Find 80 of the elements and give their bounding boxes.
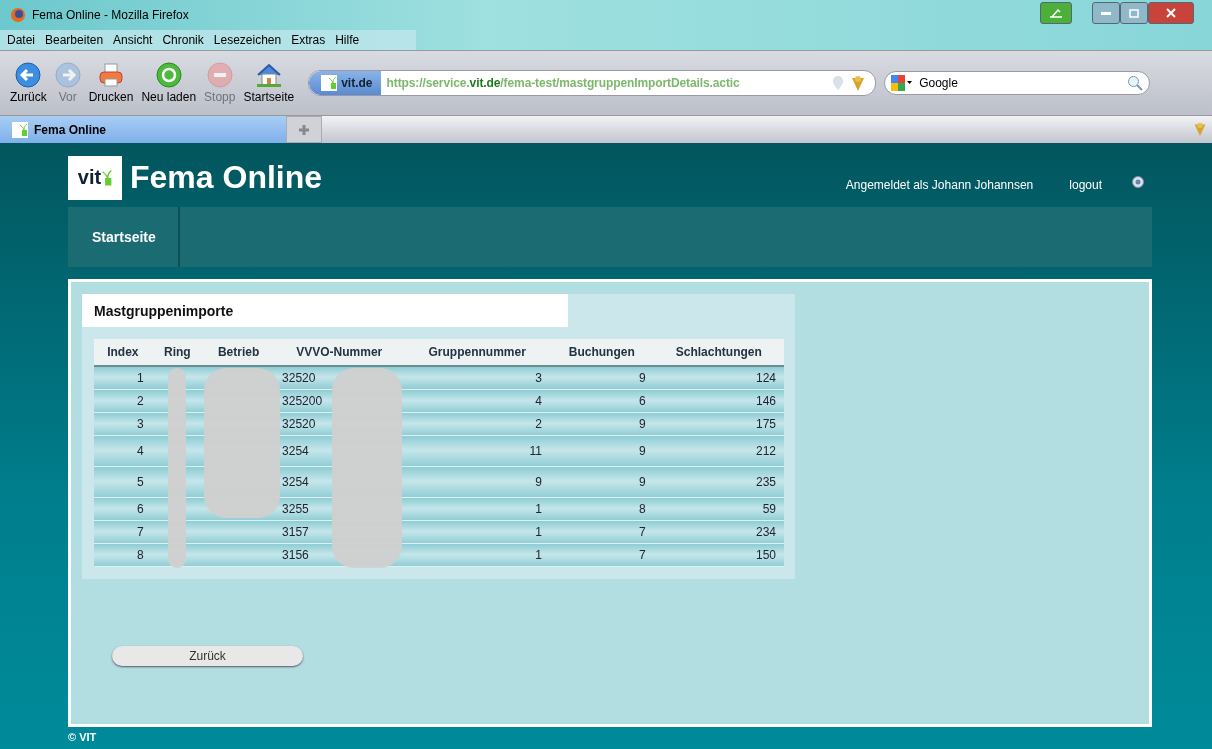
sprout-icon [102, 168, 113, 187]
nav-link[interactable]: Startseite [68, 207, 180, 267]
maximize-icon [1129, 8, 1139, 18]
table-cell: 8 [94, 543, 152, 567]
close-icon [1166, 8, 1176, 18]
table-cell: 4 [404, 389, 550, 413]
vit-logo-icon [12, 121, 28, 138]
table-cell: 9 [549, 435, 654, 467]
column-header: Index [94, 339, 152, 366]
table-cell: 59 [653, 497, 784, 521]
column-header: Gruppennummer [404, 339, 550, 366]
close-button[interactable] [1148, 2, 1194, 24]
toolbar-button[interactable]: Neu laden [137, 62, 201, 104]
browser-tab[interactable]: Fema Online [0, 116, 286, 143]
stop-icon [206, 62, 233, 88]
table-cell: 1 [404, 520, 550, 544]
back-button[interactable]: Zurück [112, 646, 303, 666]
table-cell: 2 [94, 389, 152, 413]
maximize-button[interactable] [1120, 2, 1148, 24]
table-cell: 124 [653, 366, 784, 390]
menu-item[interactable]: Chronik [161, 33, 205, 47]
minimize-icon [1101, 11, 1111, 15]
printer-icon [97, 62, 126, 88]
section-title: Mastgruppenimporte [82, 294, 568, 327]
table-cell: 150 [653, 543, 784, 567]
table-cell: 146 [653, 389, 784, 413]
search-field[interactable]: Google [884, 71, 1151, 95]
menu-item[interactable]: Lesezeichen [212, 33, 283, 47]
table-cell: 1 [404, 543, 550, 567]
table-cell: 3 [94, 412, 152, 436]
window-title: Fema Online - Mozilla Firefox [32, 8, 189, 22]
table-cell: 3 [404, 366, 550, 390]
search-icon[interactable] [1127, 75, 1144, 91]
google-logo-icon[interactable] [891, 75, 914, 91]
pin-icon [831, 75, 846, 91]
table-cell: 5 [94, 466, 152, 498]
menu-item[interactable]: Datei [6, 33, 36, 47]
table-cell: 1 [404, 497, 550, 521]
keyboard-button[interactable] [1040, 2, 1072, 24]
login-status: Angemeldet als Johann Johannsen [845, 177, 1034, 192]
column-header: Betrieb [203, 339, 275, 366]
site-identity-badge[interactable]: vit.de [309, 71, 381, 95]
menu-item[interactable]: Bearbeiten [44, 33, 105, 47]
help-icon[interactable] [1132, 175, 1144, 188]
menu-item[interactable]: Extras [290, 33, 327, 47]
table-cell: 4 [94, 435, 152, 467]
site-title: Fema Online [130, 159, 323, 196]
table-cell: 175 [653, 412, 784, 436]
firefox-logo-icon [10, 7, 26, 23]
column-header: Buchungen [549, 339, 654, 366]
toolbar-button[interactable]: Drucken [84, 62, 138, 104]
table-cell: 2 [404, 412, 550, 436]
minimize-button[interactable] [1092, 2, 1120, 24]
logout-link[interactable]: logout [1069, 177, 1102, 192]
pen-icon [1049, 8, 1063, 18]
table-cell: 234 [653, 520, 784, 544]
toolbar-button[interactable]: Zurück [6, 62, 51, 104]
table-cell: 1 [94, 366, 152, 390]
menu-item[interactable]: Ansicht [112, 33, 154, 47]
toolbar-button[interactable]: Startseite [239, 62, 299, 104]
table-cell: 9 [404, 466, 550, 498]
table-cell: 9 [549, 466, 654, 498]
copyright-text: © VIT [68, 731, 97, 743]
vit-logo-icon [321, 75, 338, 91]
table-cell: 6 [94, 497, 152, 521]
bookmark-star-icon[interactable] [1192, 120, 1208, 138]
table-cell: 212 [653, 435, 784, 467]
vit-logo: vit [68, 155, 122, 200]
table-cell: 11 [404, 435, 550, 467]
reload-icon [155, 62, 182, 88]
house-icon [254, 62, 283, 88]
url-field[interactable]: https://service.vit.de/fema-test/mastgruppenImportDetails.actic [380, 76, 832, 90]
table-cell: 9 [549, 366, 654, 390]
table-cell: 7 [94, 520, 152, 544]
table-cell: 235 [653, 466, 784, 498]
menu-item[interactable]: Hilfe [334, 33, 361, 47]
column-header: Schlachtungen [653, 339, 784, 366]
column-header: VVVO-Nummer [274, 339, 405, 366]
column-header: Ring [151, 339, 204, 366]
plus-icon [299, 124, 309, 135]
